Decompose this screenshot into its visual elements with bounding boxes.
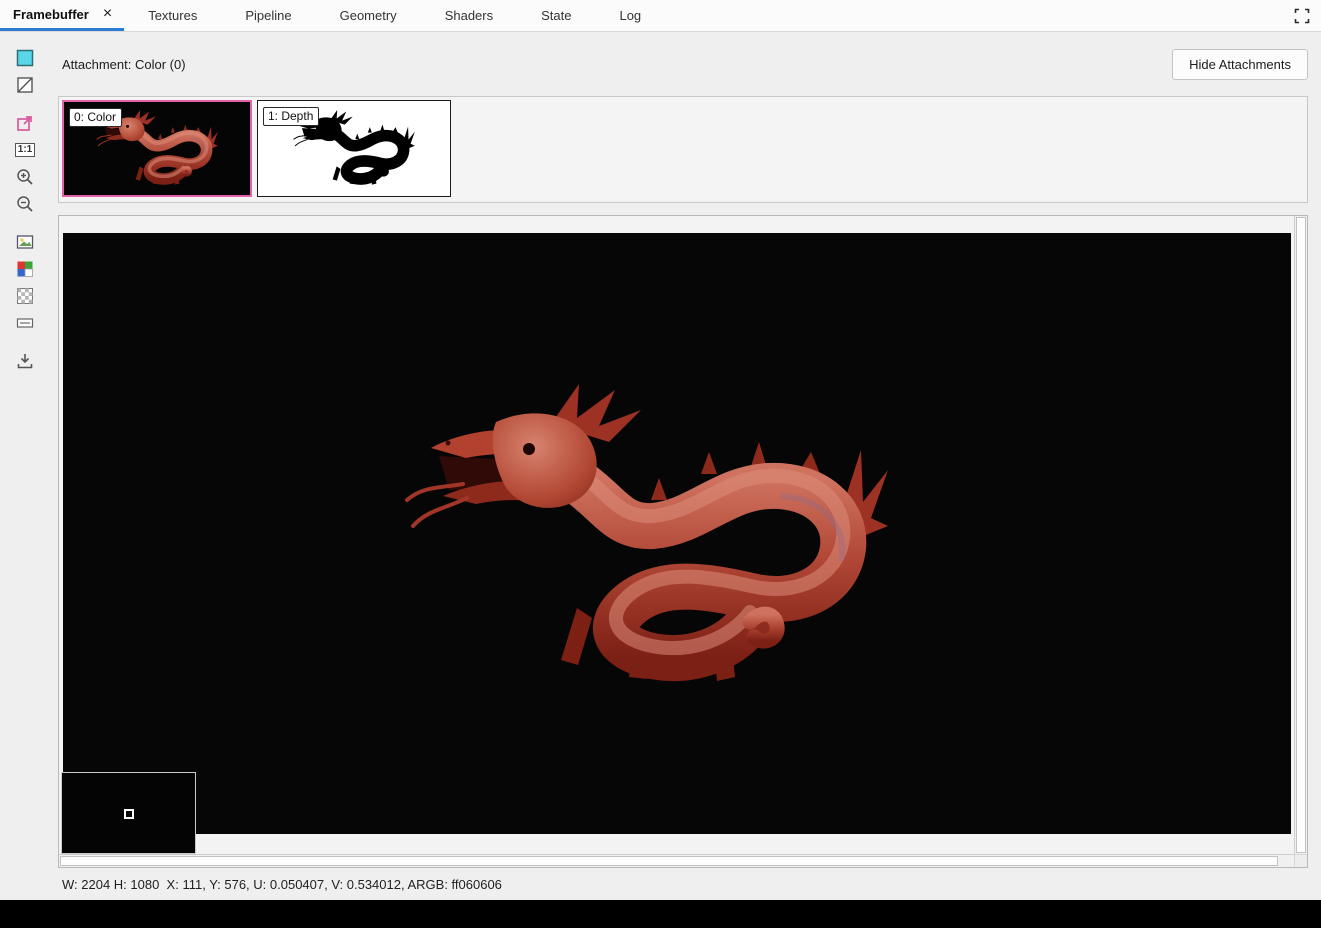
left-toolbar: 1:1 (0, 32, 50, 900)
tab-bar: Framebuffer × Textures Pipeline Geometry… (0, 0, 1321, 32)
tab-shaders[interactable]: Shaders (421, 0, 517, 31)
picked-pixel-marker (124, 809, 134, 819)
attachments-strip: 0: Color 1: Depth (58, 96, 1308, 203)
attachment-thumb-color[interactable]: 0: Color (62, 100, 252, 197)
image-overlay-icon[interactable] (12, 229, 38, 255)
framebuffer-texture[interactable] (63, 233, 1291, 834)
range-control-icon[interactable] (12, 310, 38, 336)
app-window: Framebuffer × Textures Pipeline Geometry… (0, 0, 1321, 928)
vertical-scrollbar-thumb[interactable] (1296, 217, 1306, 853)
hide-attachments-button[interactable]: Hide Attachments (1172, 48, 1308, 80)
dragon-render (401, 376, 891, 726)
attachment-header: Attachment: Color (0) Hide Attachments (50, 32, 1308, 96)
zoom-1-1-icon[interactable]: 1:1 (12, 137, 38, 163)
tab-close-icon[interactable]: × (103, 6, 112, 22)
status-bar: W: 2204 H: 1080 X: 111, Y: 576, U: 0.050… (50, 868, 1308, 900)
attachment-thumb-color-label: 0: Color (69, 108, 123, 127)
zoom-in-icon[interactable] (12, 164, 38, 190)
pixel-context-overlay (61, 772, 196, 854)
tab-geometry[interactable]: Geometry (316, 0, 421, 31)
zoom-1-1-label: 1:1 (14, 143, 36, 157)
save-texture-icon[interactable] (12, 348, 38, 374)
zoom-fit-window-icon[interactable] (12, 110, 38, 136)
background-color-swatch-icon[interactable] (12, 45, 38, 71)
pixel-readout: W: 2204 H: 1080 X: 111, Y: 576, U: 0.050… (62, 876, 502, 892)
tab-log[interactable]: Log (595, 0, 665, 31)
tab-state[interactable]: State (517, 0, 595, 31)
rgba-channels-icon[interactable] (12, 256, 38, 282)
horizontal-scrollbar[interactable] (59, 854, 1294, 867)
horizontal-scrollbar-thumb[interactable] (60, 856, 1278, 866)
fullscreen-icon[interactable] (1283, 0, 1321, 31)
alpha-checkerboard-icon[interactable] (12, 283, 38, 309)
vertical-scrollbar[interactable] (1294, 216, 1307, 854)
tab-framebuffer[interactable]: Framebuffer × (0, 0, 125, 31)
attachment-thumb-depth[interactable]: 1: Depth (257, 100, 451, 197)
bottom-band (0, 900, 1321, 928)
tab-textures[interactable]: Textures (124, 0, 221, 31)
attachment-thumb-depth-label: 1: Depth (263, 107, 320, 126)
texture-preview-pane (58, 215, 1308, 868)
scrollbar-corner (1294, 854, 1307, 867)
tab-pipeline[interactable]: Pipeline (221, 0, 315, 31)
attachment-label: Attachment: Color (0) (62, 56, 186, 72)
tab-framebuffer-label: Framebuffer (13, 6, 89, 22)
zoom-out-icon[interactable] (12, 191, 38, 217)
no-background-icon[interactable] (12, 72, 38, 98)
